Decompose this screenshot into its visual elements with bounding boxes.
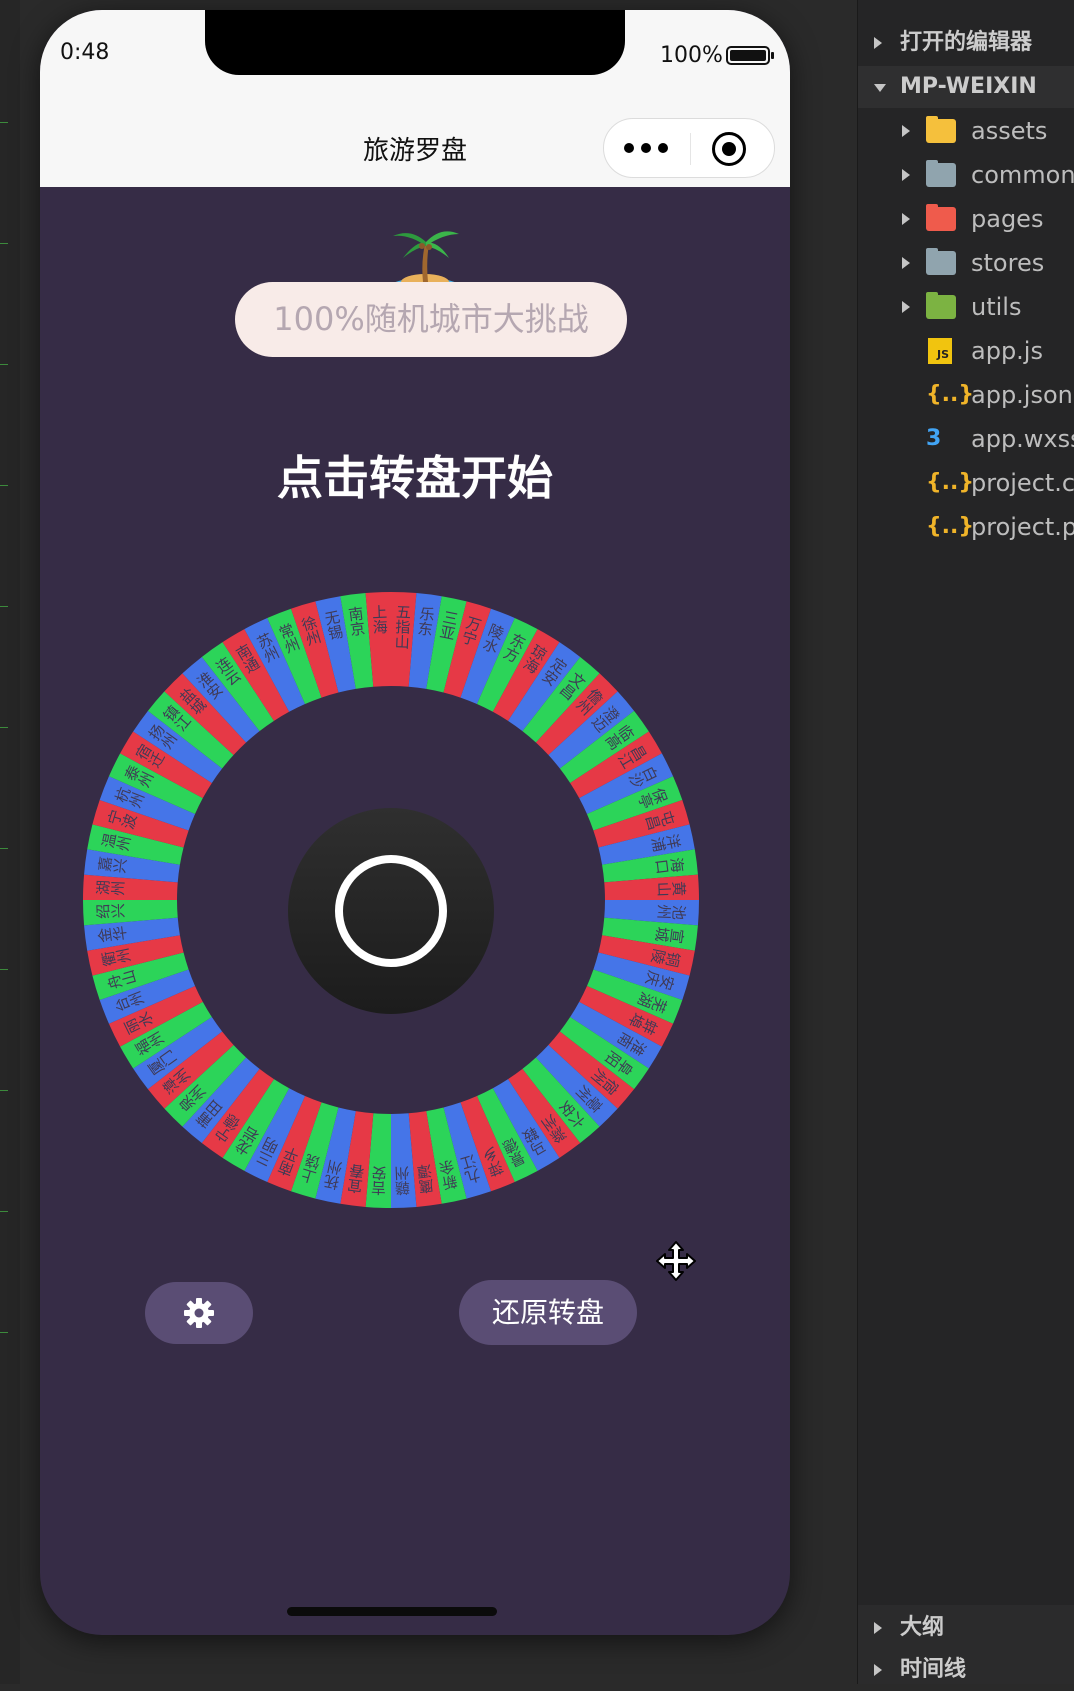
start-prompt: 点击转盘开始 <box>277 451 553 505</box>
wheel-city-label: 池州 <box>656 902 687 921</box>
wheel-city-label: 鹰潭 <box>415 1163 437 1195</box>
chevron-right-icon <box>902 213 910 225</box>
wheel-city-label: 黄山 <box>656 879 687 898</box>
pages-folder-icon <box>926 204 956 231</box>
reset-wheel-button[interactable]: 还原转盘 <box>459 1280 637 1345</box>
spin-ring-icon <box>335 855 447 967</box>
wheel-city-label: 绍兴 <box>95 902 126 921</box>
wheel-city-label: 上海 <box>370 604 389 635</box>
editor-left-strip <box>0 0 20 1684</box>
wheel-city-label: 宣城 <box>653 924 686 946</box>
tree-folder-utils[interactable]: utils <box>858 285 1074 329</box>
wheel-city-label: 金华 <box>96 924 128 946</box>
open-editors-section[interactable]: 打开的编辑器 <box>858 22 1074 64</box>
wheel-city-label: 海口 <box>654 854 686 876</box>
tree-file-app-wxss[interactable]: 3 app.wxss <box>858 417 1074 461</box>
project-section[interactable]: MP-WEIXIN <box>858 66 1074 108</box>
gear-icon <box>184 1298 214 1328</box>
phone-simulator: 0:48 100% 旅游罗盘 100%随机城市大挑战 点击转盘开始 五指山 乐东三… <box>40 10 790 1635</box>
spin-button[interactable] <box>288 808 494 1014</box>
outline-section[interactable]: 大纲 <box>858 1607 1074 1649</box>
utils-folder-icon <box>926 292 956 319</box>
js-file-icon: JS <box>928 338 952 364</box>
wheel-city-label: 赣州 <box>393 1165 412 1196</box>
chevron-right-icon <box>874 1622 882 1634</box>
move-cursor-icon <box>656 1241 696 1281</box>
status-bar: 0:48 100% <box>40 10 790 100</box>
chevron-down-icon <box>874 84 886 92</box>
settings-button[interactable] <box>145 1282 253 1344</box>
folder-icon <box>926 248 956 275</box>
timeline-section[interactable]: 时间线 <box>858 1649 1074 1691</box>
chevron-right-icon <box>902 125 910 137</box>
more-icon[interactable] <box>624 137 674 157</box>
battery-icon <box>726 46 774 65</box>
random-city-challenge-button[interactable]: 100%随机城市大挑战 <box>235 282 627 357</box>
explorer-bottom-sections: 大纲 时间线 <box>858 1605 1074 1684</box>
assets-folder-icon <box>926 116 956 143</box>
tree-folder-common[interactable]: common <box>858 153 1074 197</box>
tree-file-project-private[interactable]: {..} project.p <box>858 505 1074 549</box>
home-indicator <box>287 1607 497 1616</box>
status-time: 0:48 <box>60 40 110 65</box>
tree-file-app-json[interactable]: {..} app.json <box>858 373 1074 417</box>
wheel-city-label: 湖州 <box>95 879 126 898</box>
battery-percent: 100% <box>660 43 723 68</box>
notch <box>205 10 625 75</box>
wheel-city-label: 乐东 <box>415 605 437 637</box>
tree-folder-pages[interactable]: pages <box>858 197 1074 241</box>
wheel-city-label: 吉安 <box>370 1165 389 1196</box>
json-file-icon: {..} <box>926 514 975 539</box>
css-file-icon: 3 <box>926 426 942 451</box>
capsule-divider <box>690 133 691 165</box>
chevron-right-icon <box>874 37 882 49</box>
chevron-right-icon <box>902 169 910 181</box>
json-file-icon: {..} <box>926 470 975 495</box>
miniprogram-capsule <box>603 118 775 178</box>
folder-icon <box>926 160 956 187</box>
wheel-city-label: 宜春 <box>345 1163 367 1195</box>
tree-file-project-config[interactable]: {..} project.c <box>858 461 1074 505</box>
close-miniprogram-icon[interactable] <box>712 132 746 166</box>
tree-folder-stores[interactable]: stores <box>858 241 1074 285</box>
tree-file-app-js[interactable]: JS app.js <box>858 329 1074 373</box>
tree-folder-assets[interactable]: assets <box>858 109 1074 153</box>
wheel-city-label: 五指山 <box>392 604 412 650</box>
nav-bar: 旅游罗盘 <box>40 100 790 187</box>
chevron-right-icon <box>902 301 910 313</box>
wheel-city-label: 南京 <box>345 605 367 638</box>
wheel-city-label: 嘉兴 <box>96 854 128 876</box>
explorer-panel: 打开的编辑器 MP-WEIXIN assets common pages sto… <box>857 0 1074 1684</box>
chevron-right-icon <box>874 1664 882 1676</box>
json-file-icon: {..} <box>926 382 975 407</box>
chevron-right-icon <box>902 257 910 269</box>
